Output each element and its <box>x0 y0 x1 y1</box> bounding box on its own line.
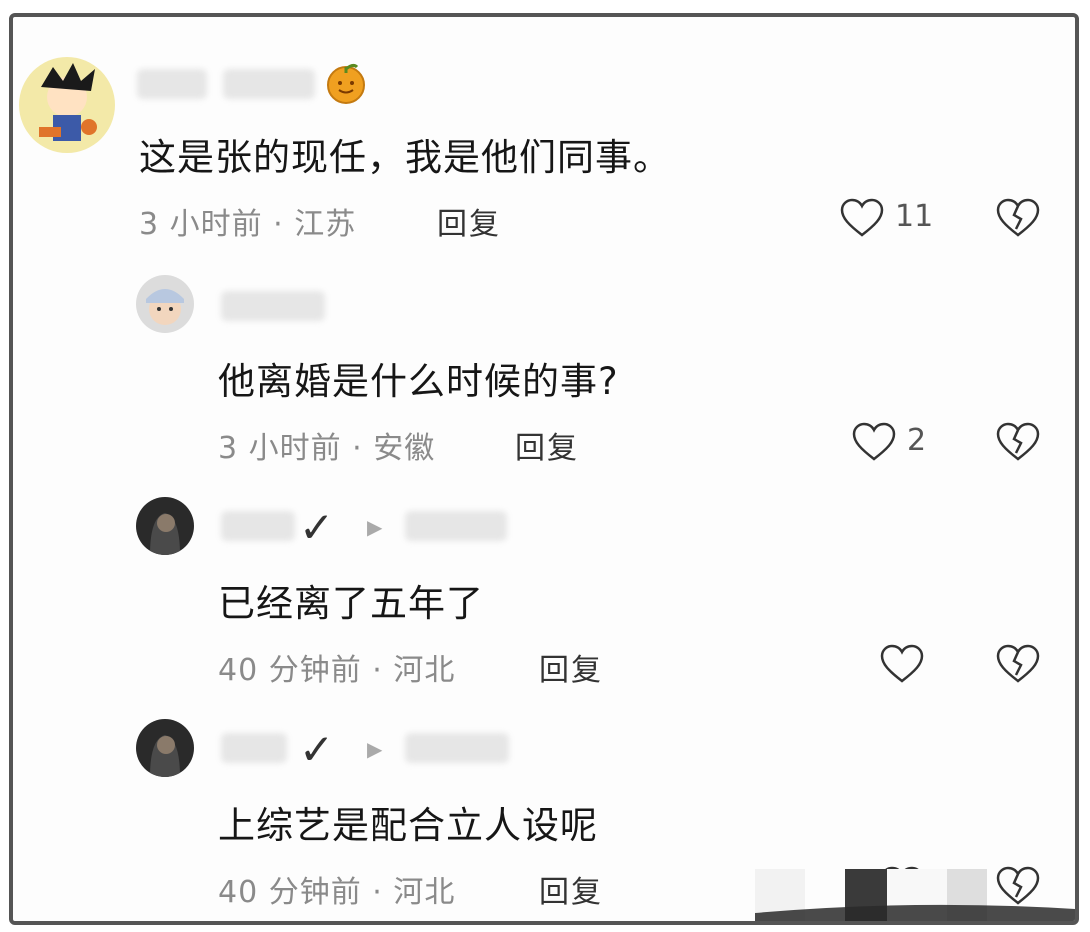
avatar[interactable] <box>136 497 194 555</box>
username-blurred[interactable] <box>137 69 207 99</box>
comment-item: ✓ ▶ 已经离了五年了 40 分钟前 · 河北 回复 <box>13 469 1075 691</box>
play-triangle-icon: ▶ <box>367 737 383 761</box>
broken-heart-icon[interactable] <box>995 421 1041 463</box>
comment-text: 上综艺是配合立人设呢 <box>218 804 598 847</box>
heart-outline-icon[interactable] <box>839 197 885 239</box>
heart-outline-icon[interactable] <box>851 421 897 463</box>
watermark-overlay <box>755 869 1075 921</box>
comment-meta: 40 分钟前 · 河北 <box>218 875 456 910</box>
avatar[interactable] <box>19 57 115 153</box>
comment-text: 已经离了五年了 <box>218 582 484 625</box>
reply-button[interactable]: 回复 <box>539 645 603 689</box>
username-blurred[interactable] <box>221 733 287 763</box>
username-blurred[interactable] <box>223 69 315 99</box>
reply-button[interactable]: 回复 <box>515 423 579 467</box>
play-triangle-icon: ▶ <box>367 515 383 539</box>
comment-text: 这是张的现任，我是他们同事。 <box>139 136 671 179</box>
verified-check-icon: ✓ <box>299 503 335 552</box>
reply-to-username-blurred[interactable] <box>405 733 509 763</box>
verified-check-icon: ✓ <box>299 725 335 774</box>
reply-to-username-blurred[interactable] <box>405 511 507 541</box>
comment-meta: 3 小时前 · 安徽 <box>218 431 436 466</box>
like-count: 2 <box>907 423 927 458</box>
avatar[interactable] <box>136 719 194 777</box>
comment-meta: 3 小时前 · 江苏 <box>139 207 357 242</box>
orange-emoji-icon <box>323 59 369 105</box>
username-blurred[interactable] <box>221 511 295 541</box>
reply-button[interactable]: 回复 <box>437 199 501 243</box>
comment-item: 这是张的现任，我是他们同事。 3 小时前 · 江苏 回复 11 <box>13 17 1075 247</box>
broken-heart-icon[interactable] <box>995 643 1041 685</box>
comment-item: 他离婚是什么时候的事? 3 小时前 · 安徽 回复 2 <box>13 247 1075 469</box>
broken-heart-icon[interactable] <box>995 197 1041 239</box>
like-count: 11 <box>895 199 934 234</box>
reply-button[interactable]: 回复 <box>539 867 603 911</box>
comment-text: 他离婚是什么时候的事? <box>218 360 619 403</box>
comment-panel: 这是张的现任，我是他们同事。 3 小时前 · 江苏 回复 11 他离婚是什么时候… <box>9 13 1079 925</box>
comment-meta: 40 分钟前 · 河北 <box>218 653 456 688</box>
avatar[interactable] <box>136 275 194 333</box>
username-blurred[interactable] <box>221 291 325 321</box>
heart-outline-icon[interactable] <box>879 643 925 685</box>
